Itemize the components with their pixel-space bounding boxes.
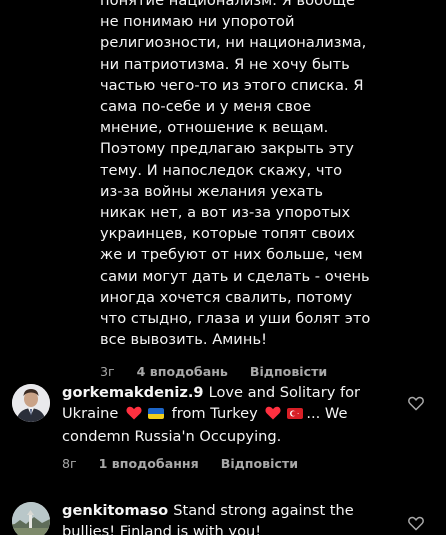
ukraine-flag-icon (148, 408, 164, 419)
comment-likes-count[interactable]: 1 вподобання (99, 456, 199, 471)
comment-text: gorkemakdeniz.9 Love and Solitary for Ukr… (62, 382, 392, 447)
comment-timestamp: 8г (62, 456, 77, 471)
reply-comment-text: понятие национализм. Я вообще не понимаю… (100, 0, 371, 349)
red-heart-icon (265, 405, 281, 426)
comment-username[interactable]: gorkemakdeniz.9 (62, 384, 204, 401)
comments-thread: понятие национализм. Я вообще не понимаю… (0, 0, 446, 535)
comment-reply-button[interactable]: Відповісти (221, 456, 298, 471)
reply-timestamp: 3г (100, 364, 115, 380)
heart-outline-icon[interactable] (408, 516, 424, 532)
comment-text: genkitomaso Stand strong against the bull… (62, 500, 392, 535)
red-heart-icon (126, 405, 142, 426)
comment-body: gorkemakdeniz.9 Love and Solitary for Ukr… (62, 382, 392, 471)
turkey-flag-icon (287, 408, 304, 419)
comment-body: genkitomaso Stand strong against the bull… (62, 500, 392, 535)
comment-meta-row: 8г 1 вподобання Відповісти (62, 456, 392, 471)
reply-meta-row: 3г 4 вподобань Відповісти (100, 364, 430, 379)
heart-outline-icon[interactable] (408, 396, 424, 412)
reply-comment: понятие национализм. Я вообще не понимаю… (100, 0, 430, 379)
landscape-avatar-icon[interactable] (12, 502, 50, 535)
comment-username[interactable]: genkitomaso (62, 502, 168, 519)
reply-likes-count[interactable]: 4 вподобань (137, 364, 228, 379)
person-avatar-icon[interactable] (12, 384, 50, 422)
comment-text-part: from Turkey (171, 405, 258, 422)
reply-reply-button[interactable]: Відповісти (250, 364, 327, 379)
